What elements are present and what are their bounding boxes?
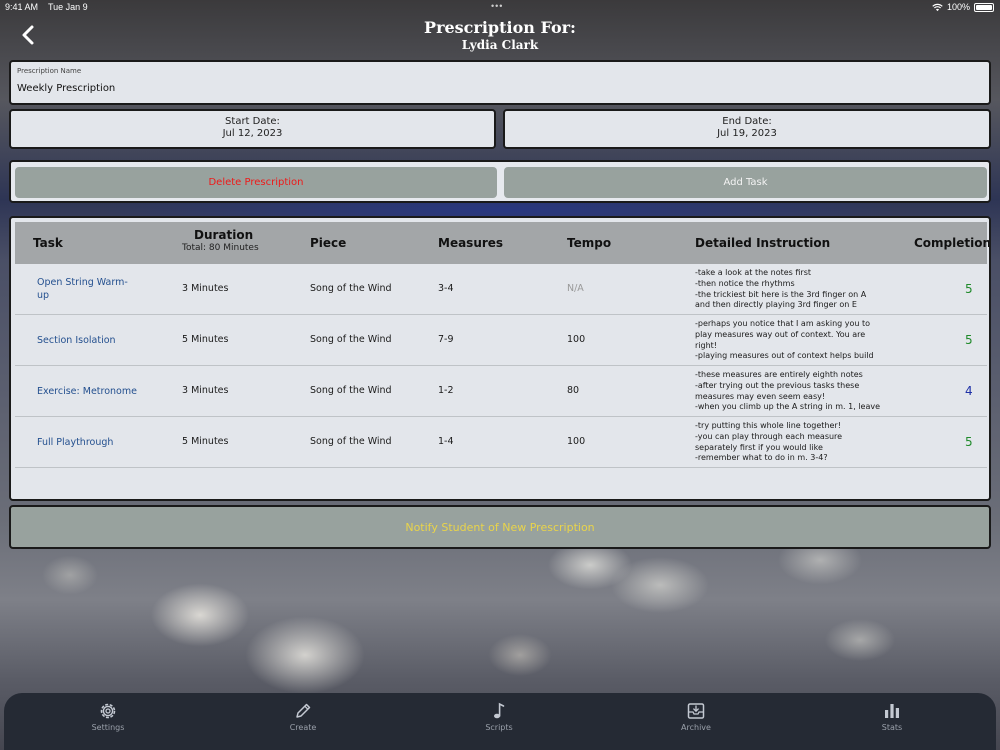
task-measures: 1-2 — [438, 385, 454, 396]
table-row[interactable]: Open String Warm-up 3 Minutes Song of th… — [15, 264, 987, 315]
task-completion: 5 — [965, 333, 973, 347]
table-row[interactable]: Exercise: Metronome 3 Minutes Song of th… — [15, 366, 987, 417]
tab-bar: Settings Create Scripts Archive Stats — [4, 693, 996, 750]
prescription-name-field[interactable]: Prescription Name Weekly Prescription — [9, 60, 991, 105]
task-duration: 5 Minutes — [182, 334, 229, 345]
task-instruction: -try putting this whole line together! -… — [695, 421, 885, 464]
gear-icon — [100, 703, 116, 719]
table-row[interactable]: Section Isolation 5 Minutes Song of the … — [15, 315, 987, 366]
instruction-line: separately first if you would like — [695, 442, 823, 452]
instruction-line: -remember what to do in m. 3-4? — [695, 453, 828, 463]
start-date-value: Jul 12, 2023 — [222, 128, 283, 139]
task-duration: 5 Minutes — [182, 436, 229, 447]
music-note-icon — [494, 702, 505, 719]
pencil-icon — [296, 703, 311, 718]
task-measures: 7-9 — [438, 334, 454, 345]
task-tempo: 80 — [567, 385, 580, 396]
task-duration: 3 Minutes — [182, 385, 229, 396]
header-instruction: Detailed Instruction — [695, 236, 831, 250]
task-instruction: -perhaps you notice that I am asking you… — [695, 319, 885, 362]
student-name: Lydia Clark — [461, 38, 539, 52]
archive-icon — [687, 703, 705, 719]
task-table: Task Duration Total: 80 Minutes Piece Me… — [9, 216, 991, 501]
task-completion: 5 — [965, 282, 973, 296]
header-completion: Completions — [914, 236, 991, 250]
table-header: Task Duration Total: 80 Minutes Piece Me… — [15, 222, 989, 264]
header-measures: Measures — [438, 236, 504, 250]
tab-scripts[interactable]: Scripts — [459, 701, 539, 732]
instruction-line: -playing measures out of context helps b… — [695, 351, 874, 361]
header-piece: Piece — [310, 236, 347, 250]
end-date-picker[interactable]: End Date: Jul 19, 2023 — [503, 109, 991, 149]
start-date-label: Start Date: — [225, 116, 280, 127]
header: Prescription For: Lydia Clark — [0, 0, 1000, 58]
instruction-line: -when you climb up the A string in m. 1,… — [695, 402, 881, 412]
notify-student-button[interactable]: Notify Student of New Prescription — [9, 505, 991, 549]
header-duration: Duration — [194, 228, 254, 242]
bar-chart-icon — [885, 704, 899, 718]
task-piece: Song of the Wind — [310, 334, 392, 345]
action-bar: Delete Prescription Add Task — [9, 160, 991, 203]
add-task-button[interactable]: Add Task — [504, 167, 987, 198]
end-date-label: End Date: — [722, 116, 772, 127]
tab-label: Stats — [881, 723, 903, 732]
instruction-line: -try putting this whole line together! — [695, 421, 841, 430]
task-piece: Song of the Wind — [310, 436, 392, 447]
prescription-name-value[interactable]: Weekly Prescription — [17, 83, 115, 94]
start-date-picker[interactable]: Start Date: Jul 12, 2023 — [9, 109, 496, 149]
tab-label: Scripts — [485, 723, 513, 732]
tab-create[interactable]: Create — [263, 701, 343, 732]
task-name[interactable]: Full Playthrough — [37, 436, 177, 449]
instruction-line: -then notice the rhythms — [695, 278, 795, 288]
instruction-line: right! — [695, 340, 718, 350]
task-tempo: 100 — [567, 436, 586, 447]
instruction-line: -the trickiest bit here is the 3rd finge… — [695, 289, 867, 299]
tab-label: Create — [289, 723, 317, 732]
instruction-line: -perhaps you notice that I am asking you… — [695, 319, 871, 328]
header-duration-total: Total: 80 Minutes — [182, 243, 259, 253]
task-name[interactable]: Exercise: Metronome — [37, 385, 177, 398]
task-instruction: -these measures are entirely eighth note… — [695, 370, 885, 413]
delete-prescription-button[interactable]: Delete Prescription — [15, 167, 497, 198]
task-name[interactable]: Open String Warm-up — [37, 276, 137, 302]
tab-stats[interactable]: Stats — [852, 701, 932, 732]
tab-label: Settings — [91, 723, 125, 732]
header-task: Task — [33, 236, 63, 250]
task-piece: Song of the Wind — [310, 385, 392, 396]
end-date-value: Jul 19, 2023 — [717, 128, 777, 139]
task-completion: 5 — [965, 435, 973, 449]
task-instruction: -take a look at the notes first -then no… — [695, 268, 885, 311]
task-completion: 4 — [965, 384, 973, 398]
task-piece: Song of the Wind — [310, 283, 392, 294]
instruction-line: play measures way out of context. You ar… — [695, 329, 866, 339]
instruction-line: -these measures are entirely eighth note… — [695, 370, 863, 379]
tab-settings[interactable]: Settings — [68, 701, 148, 732]
task-measures: 3-4 — [438, 283, 454, 294]
table-row[interactable]: Full Playthrough 5 Minutes Song of the W… — [15, 417, 987, 468]
instruction-line: -after trying out the previous tasks the… — [695, 380, 860, 390]
tab-archive[interactable]: Archive — [656, 701, 736, 732]
page-title: Prescription For: — [424, 18, 576, 37]
task-name[interactable]: Section Isolation — [37, 334, 137, 347]
task-measures: 1-4 — [438, 436, 454, 447]
instruction-line: -take a look at the notes first — [695, 268, 811, 277]
tab-label: Archive — [681, 723, 711, 732]
task-duration: 3 Minutes — [182, 283, 229, 294]
task-tempo: 100 — [567, 334, 586, 345]
instruction-line: -you can play through each measure — [695, 431, 843, 441]
prescription-name-label: Prescription Name — [17, 67, 82, 75]
header-tempo: Tempo — [567, 236, 612, 250]
task-tempo: N/A — [567, 283, 584, 294]
instruction-line: measures may even seem easy! — [695, 391, 826, 401]
instruction-line: and then directly playing 3rd finger on … — [695, 300, 857, 310]
